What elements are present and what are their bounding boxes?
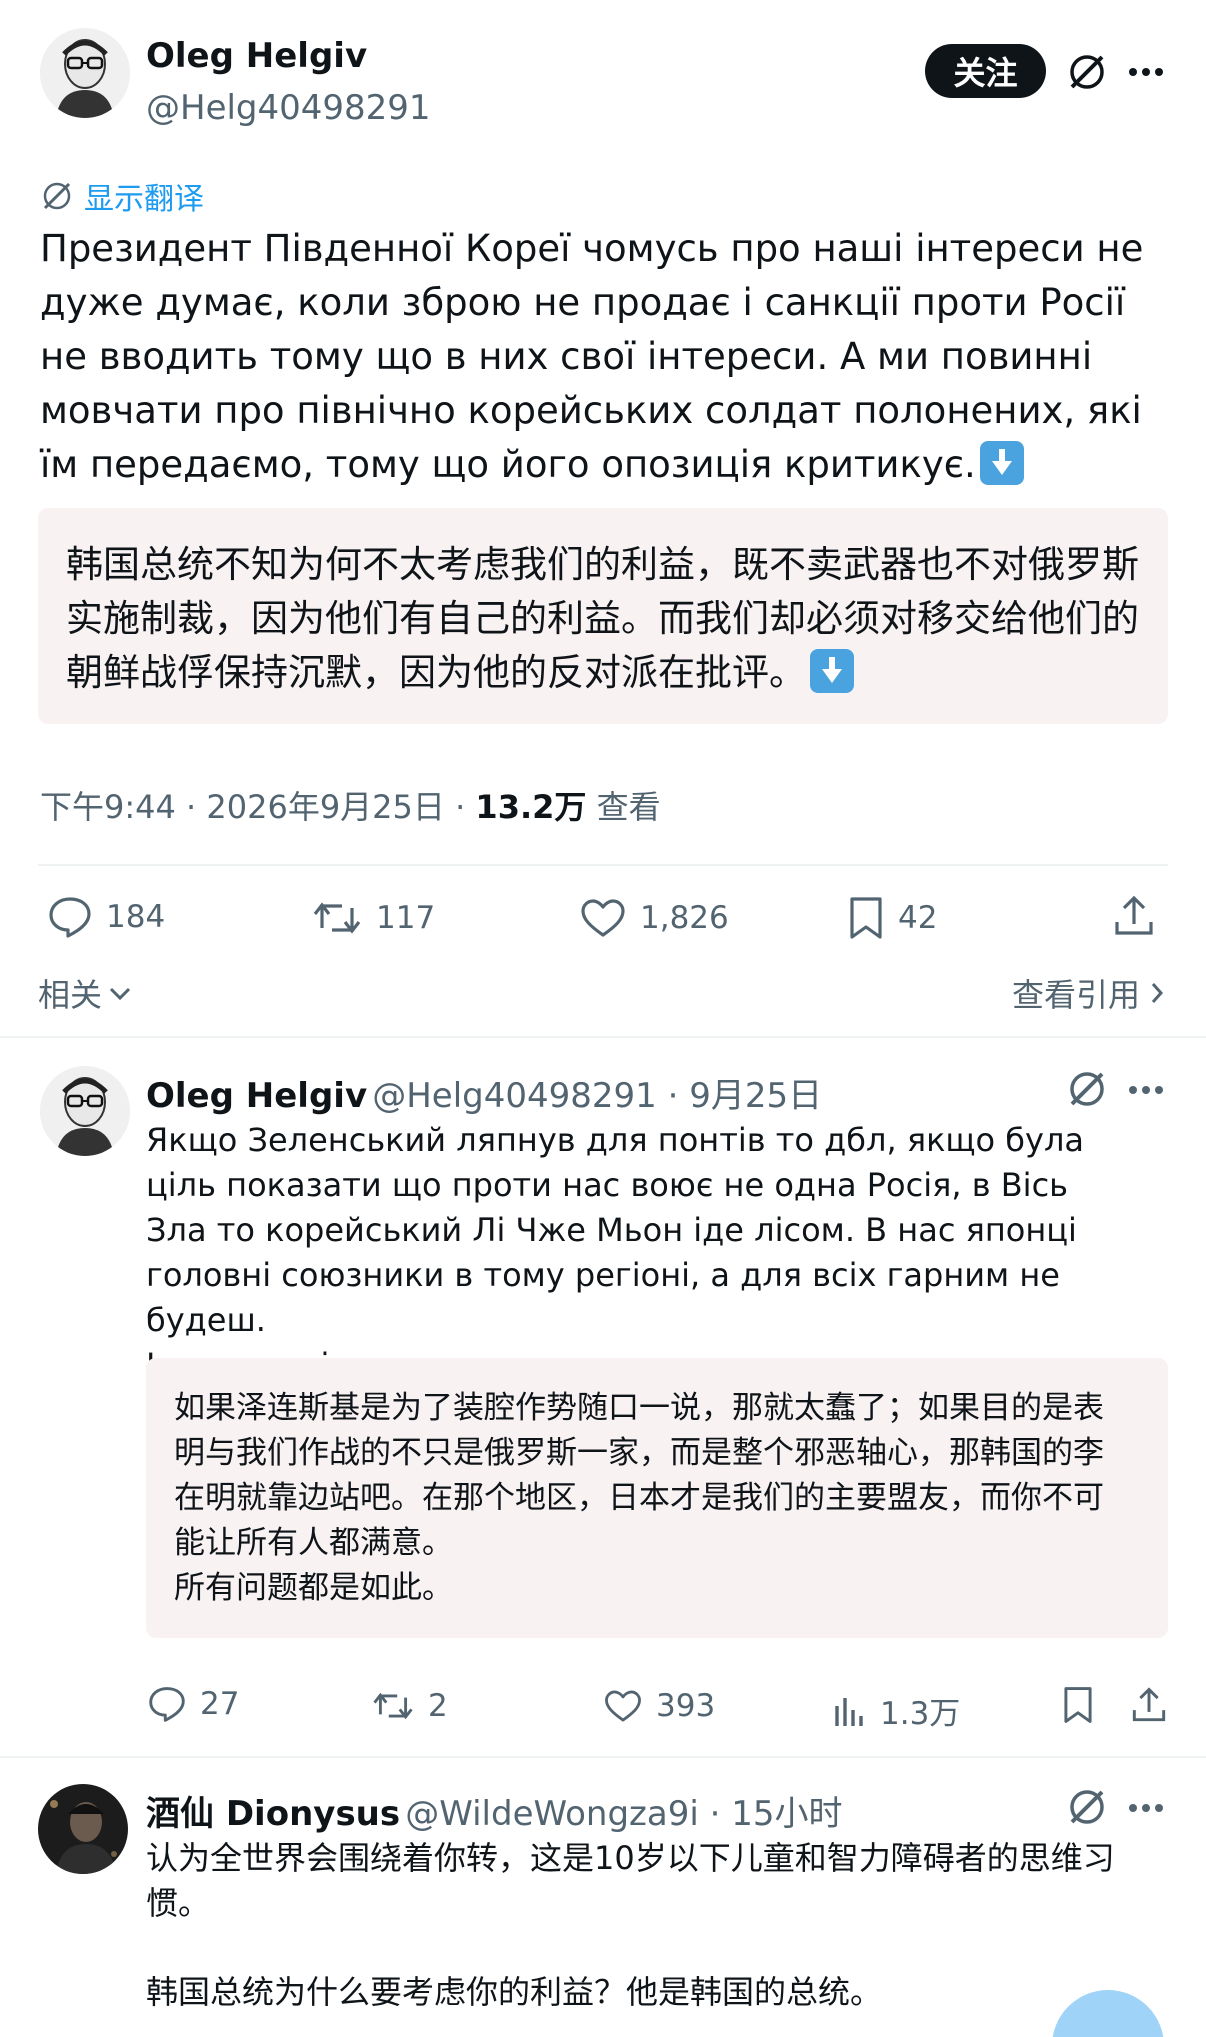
reply-time[interactable]: · 15小时: [699, 1794, 843, 1834]
post-timestamp[interactable]: 下午9:44 · 2026年9月25日 ·: [40, 788, 475, 826]
more-options-icon[interactable]: [1128, 1084, 1164, 1096]
like-count: 1,826: [640, 900, 729, 936]
reply-text-second-paragraph: 韩国总统为什么要考虑你的利益？他是韩国的总统。: [146, 1973, 883, 2011]
grok-icon[interactable]: [1066, 1786, 1108, 1828]
more-options-icon[interactable]: [1128, 66, 1164, 78]
follow-button[interactable]: 关注: [925, 44, 1046, 98]
reply-icon: [48, 896, 92, 938]
repost-count: 2: [428, 1688, 448, 1724]
author-handle[interactable]: @Helg40498291: [146, 88, 431, 128]
analytics-icon: [832, 1694, 866, 1728]
down-arrow-emoji-icon: [979, 441, 1024, 485]
chevron-down-icon: [108, 985, 132, 1001]
bookmark-icon[interactable]: [1062, 1686, 1094, 1724]
show-translation-link[interactable]: 显示翻译: [40, 174, 204, 218]
view-quotes-label: 查看引用: [1012, 976, 1141, 1014]
reply-avatar[interactable]: [38, 1784, 128, 1874]
translation-text: 韩国总统不知为何不太考虑我们的利益，既不卖武器也不对俄罗斯实施制裁，因为他们有自…: [66, 543, 1139, 694]
like-button[interactable]: 393: [604, 1688, 715, 1724]
bookmark-button[interactable]: 42: [848, 896, 937, 940]
reply-text: Якщо Зеленський ляпнув для понтів то дбл…: [146, 1121, 1085, 1384]
reply-header: 酒仙 Dionysus @WildeWongza9i · 15小时: [146, 1786, 843, 1835]
views-count: 1.3万: [880, 1696, 961, 1732]
views-count: 13.2万: [475, 788, 587, 826]
divider: [38, 864, 1168, 866]
translate-icon: [40, 179, 74, 213]
show-translation-label: 显示翻译: [84, 182, 204, 217]
heart-icon: [604, 1689, 642, 1723]
bookmark-icon: [848, 896, 884, 940]
like-count: 393: [656, 1688, 716, 1724]
reply-author-handle[interactable]: @WildeWongza9i: [405, 1794, 699, 1834]
reply-count: 184: [106, 899, 166, 935]
reply-button[interactable]: 184: [48, 896, 165, 938]
repost-button[interactable]: 117: [312, 898, 435, 938]
more-options-icon[interactable]: [1128, 1802, 1164, 1814]
like-button[interactable]: 1,826: [580, 898, 729, 938]
repost-icon: [372, 1689, 414, 1723]
author-avatar[interactable]: [40, 28, 130, 118]
grok-icon[interactable]: [1066, 1068, 1108, 1110]
heart-icon: [580, 898, 626, 938]
share-icon[interactable]: [1112, 894, 1156, 938]
reply-icon: [148, 1686, 186, 1722]
author-name[interactable]: Oleg Helgiv: [146, 36, 367, 76]
views-button[interactable]: 1.3万: [832, 1688, 960, 1733]
reply-button[interactable]: 27: [148, 1686, 239, 1722]
reply-translation-box: 如果泽连斯基是为了装腔作势随口一说，那就太蠢了；如果目的是表明与我们作战的不只是…: [146, 1358, 1168, 1638]
reply-header: Oleg Helgiv @Helg40498291 · 9月25日: [146, 1068, 822, 1117]
reply-avatar[interactable]: [40, 1066, 130, 1156]
bookmark-count: 42: [898, 900, 938, 936]
chevron-right-icon: [1150, 981, 1164, 1005]
reply-author-handle[interactable]: @Helg40498291: [372, 1076, 657, 1116]
grok-icon[interactable]: [1066, 51, 1108, 93]
reply-translation-text: 如果泽连斯基是为了装腔作势随口一说，那就太蠢了；如果目的是表明与我们作战的不只是…: [174, 1390, 1104, 1606]
related-label: 相关: [38, 976, 103, 1014]
reply-count: 27: [200, 1686, 240, 1722]
share-icon[interactable]: [1130, 1686, 1168, 1724]
post-meta: 下午9:44 · 2026年9月25日 · 13.2万 查看: [40, 782, 661, 828]
divider: [0, 1756, 1206, 1758]
reply-text: 认为全世界会围绕着你转，这是10岁以下儿童和智力障碍者的思维习惯。: [146, 1839, 1115, 1922]
view-quotes-link[interactable]: 查看引用: [1012, 970, 1164, 1016]
translation-box: 韩国总统不知为何不太考虑我们的利益，既不卖武器也不对俄罗斯实施制裁，因为他们有自…: [38, 508, 1168, 724]
reply-author-name[interactable]: 酒仙 Dionysus: [146, 1794, 400, 1834]
down-arrow-emoji-icon: [810, 649, 854, 693]
reply-time[interactable]: · 9月25日: [657, 1076, 823, 1116]
divider: [0, 1036, 1206, 1038]
post-text: Президент Південної Кореї чомусь про наш…: [40, 227, 1144, 486]
related-dropdown[interactable]: 相关: [38, 970, 132, 1016]
repost-count: 117: [376, 900, 436, 936]
reply-author-name[interactable]: Oleg Helgiv: [146, 1076, 367, 1116]
repost-icon: [312, 898, 362, 938]
views-label: 查看: [586, 788, 661, 826]
repost-button[interactable]: 2: [372, 1688, 448, 1724]
